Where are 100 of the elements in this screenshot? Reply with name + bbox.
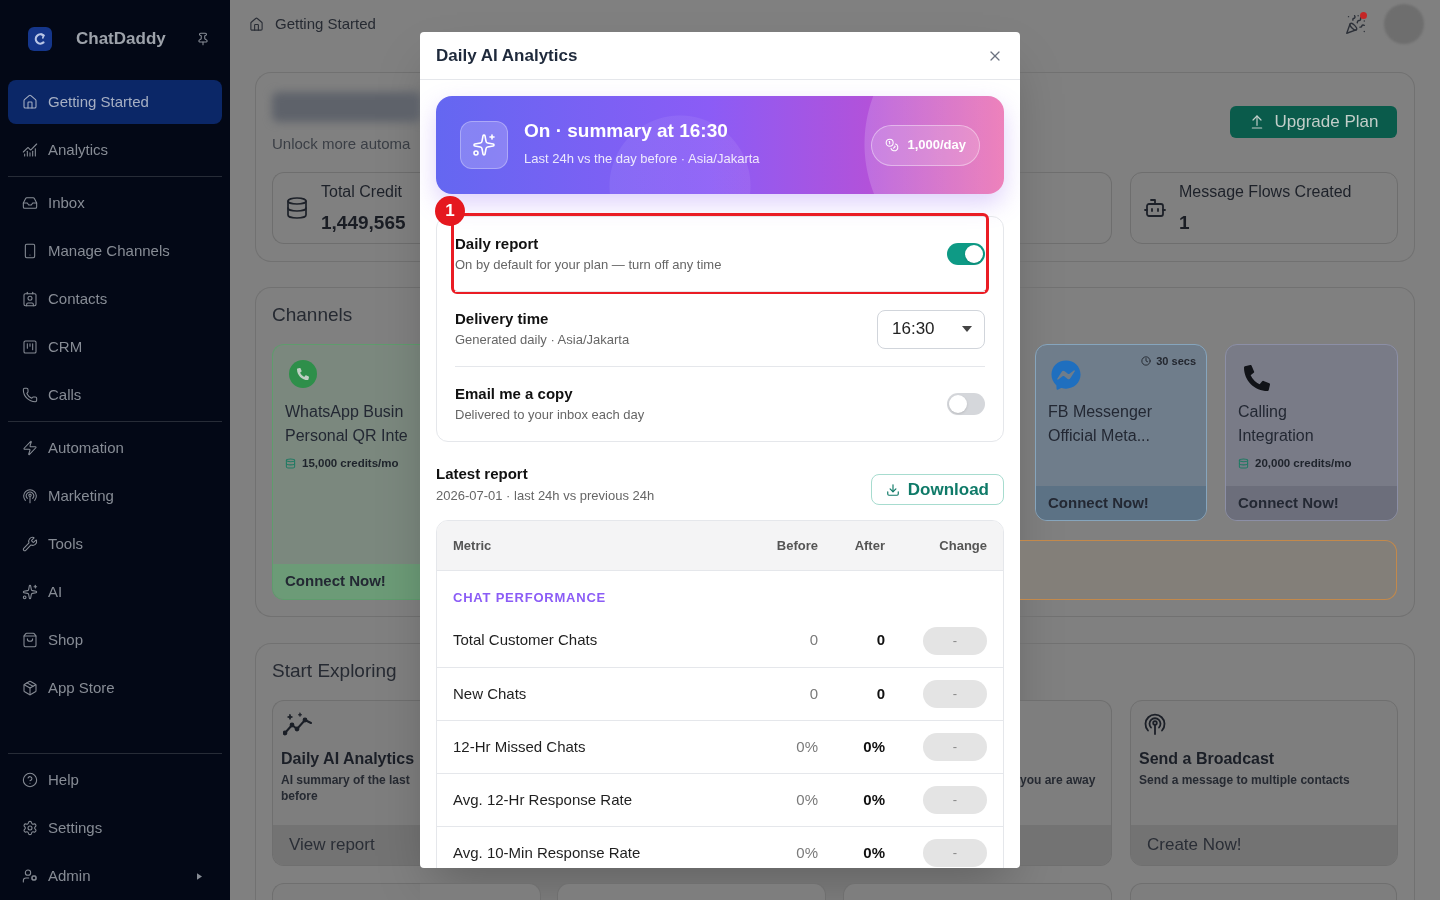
- sparkles-icon: [22, 584, 38, 600]
- upgrade-button[interactable]: Upgrade Plan: [1230, 106, 1397, 138]
- change-indicator: -: [923, 680, 987, 708]
- logo-icon: [28, 27, 52, 51]
- contact-card-icon: [22, 291, 38, 307]
- sidebar-item[interactable]: Analytics: [8, 128, 222, 172]
- phone-bubble-icon: [289, 360, 317, 388]
- chart-icon: [22, 142, 38, 158]
- sidebar-item[interactable]: Inbox: [8, 181, 222, 225]
- wrench-icon: [22, 536, 38, 552]
- caret-down-icon: [962, 326, 972, 332]
- feature-description: you are away: [1020, 772, 1097, 788]
- table-cell-text: 0: [809, 630, 818, 651]
- sidebar-item[interactable]: AI: [8, 570, 222, 614]
- setting-title: Delivery time: [455, 309, 550, 329]
- channel-name: WhatsApp Busin Personal QR Inte: [285, 402, 408, 446]
- table-cell-text: 0: [876, 683, 885, 704]
- change-indicator: -: [923, 626, 987, 655]
- broadcast-icon: [1143, 712, 1167, 736]
- quota-label: 1,000/day: [907, 136, 966, 155]
- sidebar-item[interactable]: Admin: [8, 854, 222, 898]
- sidebar-item[interactable]: Settings: [8, 806, 222, 850]
- brand-name: ChatDaddy: [76, 28, 166, 51]
- table-cell-text: 0%: [796, 789, 818, 810]
- column-header: Before: [776, 536, 818, 555]
- step-number: 1: [435, 196, 465, 226]
- sidebar-item[interactable]: Automation: [8, 426, 222, 470]
- credits-text: 15,000 credits/mo: [302, 456, 399, 470]
- stat-value: 1: [1179, 210, 1191, 235]
- robot-icon: [1143, 196, 1167, 220]
- database-icon: [1238, 457, 1249, 469]
- column-header: After: [854, 536, 885, 555]
- stat-label: Total Credit: [321, 181, 403, 202]
- panel-title: Channels: [272, 303, 354, 327]
- sidebar-item[interactable]: Manage Channels: [8, 229, 222, 273]
- table-cell-text: Avg. 12-Hr Response Rate: [453, 789, 632, 810]
- setting-title: Email me a copy: [455, 384, 574, 404]
- table-cell-text: 0%: [863, 736, 885, 757]
- party-popper-icon[interactable]: [1345, 13, 1366, 35]
- report-title: Latest report: [436, 464, 529, 484]
- time-select[interactable]: 16:30: [877, 309, 985, 349]
- sidebar-item[interactable]: Tools: [8, 522, 222, 566]
- table-cell-text: 0%: [863, 789, 885, 810]
- broadcast-icon: [22, 488, 38, 504]
- change-indicator: -: [923, 839, 987, 867]
- sidebar-item[interactable]: CRM: [8, 325, 222, 369]
- home-icon: [22, 94, 38, 110]
- lightning-bubble-icon: [1051, 360, 1081, 390]
- connect-button[interactable]: Connect Now!: [273, 564, 420, 599]
- toggle-switch[interactable]: [947, 243, 985, 265]
- toggle-switch[interactable]: [947, 393, 985, 415]
- user-gear-icon: [22, 868, 38, 884]
- table-cell-text: 0%: [796, 842, 818, 863]
- breadcrumb: Getting Started: [275, 13, 376, 34]
- overview-subtitle: Unlock more automa: [272, 135, 412, 153]
- sidebar-item[interactable]: Calls: [8, 373, 222, 417]
- table-cell-text: 0: [876, 630, 885, 651]
- setup-time: 30 secs: [1156, 354, 1196, 369]
- smartphone-icon: [22, 243, 38, 259]
- table-cell-text: 0: [809, 683, 818, 704]
- stat-value: 1,449,565: [321, 210, 406, 235]
- setting-description: Delivered to your inbox each day: [455, 406, 645, 424]
- feature-title: Daily AI Analytics: [281, 749, 412, 769]
- table-cell-text: Avg. 10-Min Response Rate: [453, 842, 641, 863]
- pin-icon[interactable]: [196, 32, 210, 46]
- sparkle-chart-icon: [283, 712, 313, 736]
- section-label: CHAT PERFORMANCE: [453, 591, 607, 605]
- dialog-title: Daily AI Analytics: [436, 44, 578, 67]
- help-icon: [22, 772, 38, 788]
- column-header: Metric: [453, 536, 492, 555]
- channel-name: FB Messenger Official Meta...: [1048, 402, 1153, 446]
- setting-description: Generated daily · Asia/Jakarta: [455, 331, 630, 349]
- database-icon: [285, 196, 309, 220]
- panel-title: Start Exploring: [272, 659, 398, 683]
- sidebar-item[interactable]: Getting Started: [8, 80, 222, 124]
- sidebar-item[interactable]: App Store: [8, 666, 222, 710]
- report-subtitle: 2026-07-01 · last 24h vs previous 24h: [436, 487, 655, 505]
- table-cell-text: New Chats: [453, 683, 527, 704]
- bag-icon: [22, 632, 38, 648]
- clock-icon: [1141, 356, 1152, 367]
- lightning-icon: [22, 440, 38, 456]
- table-cell-text: 12-Hr Missed Chats: [453, 736, 586, 757]
- stat-label: Message Flows Created: [1179, 181, 1352, 202]
- download-icon: [885, 482, 900, 497]
- download-button[interactable]: Download: [870, 474, 1004, 505]
- sidebar-item[interactable]: Marketing: [8, 474, 222, 518]
- package-icon: [22, 680, 38, 696]
- sidebar-item[interactable]: Shop: [8, 618, 222, 662]
- feature-title: Send a Broadcast: [1139, 749, 1276, 769]
- banner-title: On · summary at 16:30: [524, 118, 729, 143]
- feature-description: AI summary of the last before: [281, 772, 411, 804]
- table-cell-text: Total Customer Chats: [453, 630, 598, 651]
- sidebar-item[interactable]: Help: [8, 758, 222, 802]
- coins-icon: [885, 138, 900, 152]
- phone-icon: [22, 387, 38, 403]
- phone-icon: [1244, 365, 1270, 391]
- database-icon: [285, 457, 296, 469]
- sidebar-item[interactable]: Contacts: [8, 277, 222, 321]
- setting-description: On by default for your plan — turn off any time: [455, 256, 722, 274]
- sparkles-icon: [460, 121, 508, 169]
